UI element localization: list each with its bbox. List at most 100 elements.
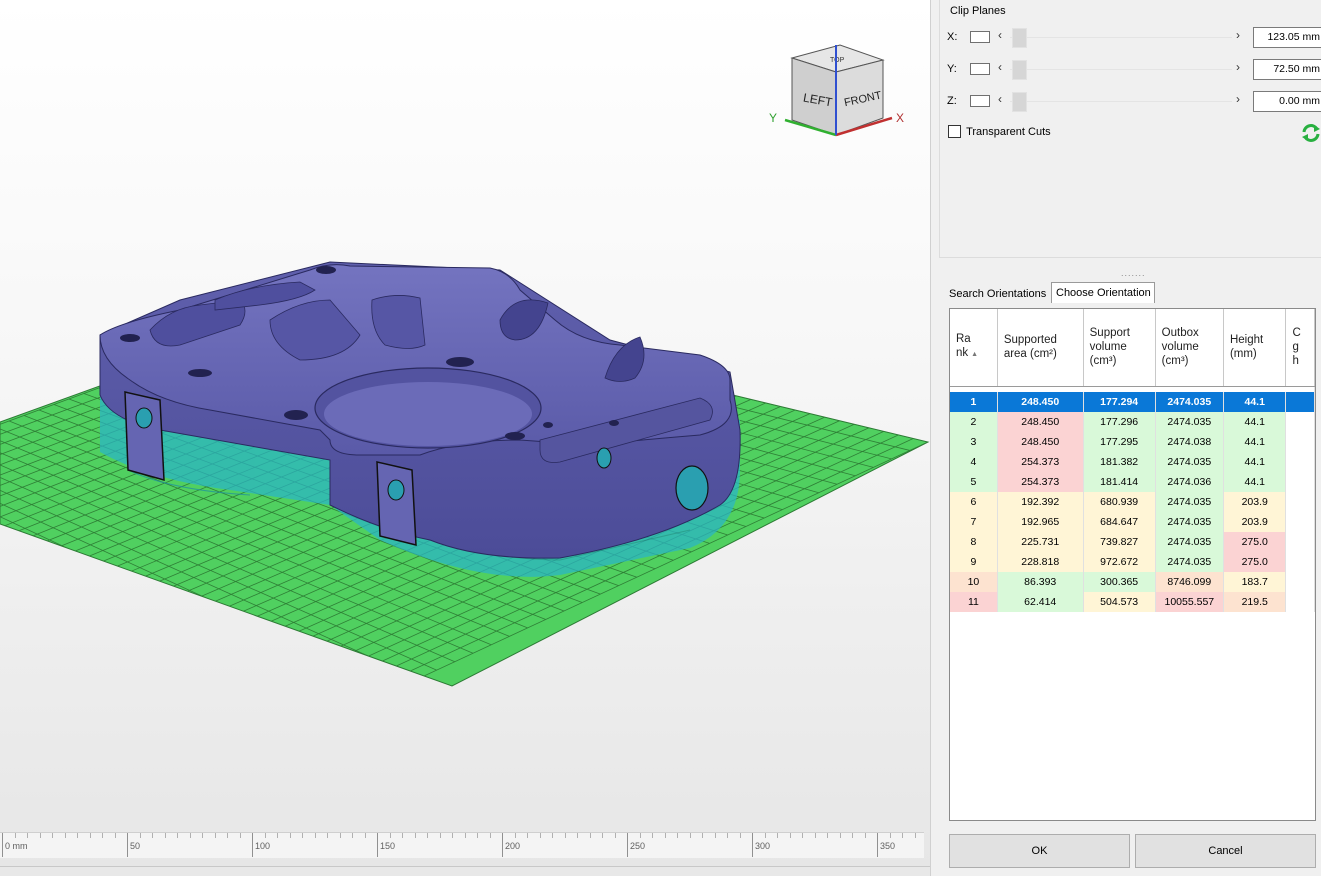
scene-canvas[interactable]: LEFT FRONT TOP Y X	[0, 0, 930, 832]
ruler-minor-tick	[364, 833, 366, 838]
ruler-minor-tick	[552, 833, 553, 838]
table-cell-area: 228.818	[997, 552, 1084, 572]
table-row[interactable]: 10 86.393 300.365 8746.099 183.7	[950, 572, 1315, 592]
table-row[interactable]: 9 228.818 972.672 2474.035 275.0	[950, 552, 1315, 572]
clip-row-y: Y: ‹ › 72.50 mm	[940, 58, 1321, 82]
panel-splitter[interactable]: .......	[1121, 268, 1146, 278]
ruler-minor-tick	[77, 833, 78, 838]
clip-axis-label: Z:	[947, 95, 957, 107]
table-cell-support: 181.382	[1083, 452, 1156, 472]
table-cell-height: 219.5	[1223, 592, 1287, 612]
transparent-cuts-checkbox[interactable]	[948, 125, 961, 138]
ruler-minor-tick	[177, 833, 178, 838]
ruler-minor-tick	[227, 833, 228, 838]
clip-enable-toggle[interactable]	[970, 63, 990, 75]
clip-row-z: Z: ‹ › 0.00 mm	[940, 90, 1321, 114]
column-header-height[interactable]: Height (mm)	[1223, 309, 1287, 387]
chevron-right-icon[interactable]: ›	[1236, 28, 1240, 42]
table-cell-area: 254.373	[997, 472, 1084, 492]
clip-axis-label: Y:	[947, 63, 957, 75]
ruler-minor-tick	[527, 833, 528, 838]
clip-enable-toggle[interactable]	[970, 95, 990, 107]
clip-slider-track[interactable]	[1010, 69, 1232, 70]
table-cell-area: 254.373	[997, 452, 1084, 472]
column-header-supported-area[interactable]: Supported area (cm²)	[997, 309, 1084, 387]
orientation-table-container[interactable]: Ra nk ▲ Supported area (cm²) Support volume(…	[949, 308, 1316, 821]
column-header-rank[interactable]: Ra nk ▲	[950, 309, 998, 387]
table-row[interactable]: 2 248.450 177.296 2474.035 44.1	[950, 412, 1315, 432]
cancel-button[interactable]: Cancel	[1135, 834, 1316, 868]
table-cell-area: 225.731	[997, 532, 1084, 552]
table-row[interactable]: 1 248.450 177.294 2474.035 44.1	[950, 392, 1315, 412]
column-header-truncated[interactable]: Cgh	[1285, 309, 1315, 387]
table-cell-rank: 9	[950, 552, 998, 572]
column-header-support-volume[interactable]: Support volume (cm³)	[1083, 309, 1156, 387]
view-cube[interactable]: LEFT FRONT TOP Y X	[769, 44, 904, 137]
table-row[interactable]: 3 248.450 177.295 2474.038 44.1	[950, 432, 1315, 452]
ruler-minor-tick	[589, 833, 591, 838]
chevron-left-icon[interactable]: ‹	[998, 92, 1002, 106]
clip-value-input[interactable]: 0.00 mm	[1253, 91, 1321, 112]
column-header-outbox-volume[interactable]: Outbox volume (cm³)	[1155, 309, 1224, 387]
ruler-label: 300	[755, 841, 771, 851]
table-cell-outbox: 2474.036	[1155, 472, 1224, 492]
table-cell-rank: 3	[950, 432, 998, 452]
table-row[interactable]: 6 192.392 680.939 2474.035 203.9	[950, 492, 1315, 512]
table-cell-outbox: 10055.557	[1155, 592, 1224, 612]
table-row[interactable]: 4 254.373 181.382 2474.035 44.1	[950, 452, 1315, 472]
ruler-minor-tick	[539, 833, 541, 838]
ruler-minor-tick	[764, 833, 766, 838]
chevron-right-icon[interactable]: ›	[1236, 92, 1240, 106]
table-row[interactable]: 11 62.414 504.573 10055.557 219.5	[950, 592, 1315, 612]
table-cell-outbox: 2474.035	[1155, 512, 1224, 532]
tab-search-orientations[interactable]: Search Orientations	[945, 284, 1049, 302]
clip-enable-toggle[interactable]	[970, 31, 990, 43]
axis-y-label: Y	[769, 111, 777, 125]
refresh-icon[interactable]	[1300, 122, 1321, 144]
clip-value-input[interactable]: 123.05 mm	[1253, 27, 1321, 48]
ruler-minor-tick	[489, 833, 491, 838]
view-cube-top-face[interactable]: TOP	[830, 57, 845, 64]
clip-slider-thumb[interactable]	[1012, 28, 1027, 48]
tab-choose-orientation[interactable]: Choose Orientation	[1051, 282, 1155, 303]
table-row[interactable]: 7 192.965 684.647 2474.035 203.9	[950, 512, 1315, 532]
ruler-major-tick	[2, 833, 3, 857]
header-line: Support	[1089, 327, 1130, 340]
clip-slider-thumb[interactable]	[1012, 60, 1027, 80]
table-cell-height: 275.0	[1223, 532, 1287, 552]
clip-slider-track[interactable]	[1010, 37, 1232, 38]
ruler-minor-tick	[139, 833, 141, 838]
table-cell-rank: 5	[950, 472, 998, 492]
ruler-major-tick	[377, 833, 378, 857]
ruler-minor-tick	[814, 833, 816, 838]
ruler-minor-tick	[239, 833, 241, 838]
ruler-minor-tick	[14, 833, 16, 838]
chevron-left-icon[interactable]: ‹	[998, 60, 1002, 74]
clip-value-input[interactable]: 72.50 mm	[1253, 59, 1321, 80]
clip-slider-track[interactable]	[1010, 101, 1232, 102]
table-row[interactable]: 8 225.731 739.827 2474.035 275.0	[950, 532, 1315, 552]
clip-slider-thumb[interactable]	[1012, 92, 1027, 112]
transparent-cuts-option[interactable]: Transparent Cuts	[948, 125, 1051, 138]
table-cell-outbox: 8746.099	[1155, 572, 1224, 592]
header-line: (mm)	[1229, 348, 1257, 361]
ruler-minor-tick	[802, 833, 803, 838]
table-cell-outbox: 2474.035	[1155, 412, 1224, 432]
ruler-minor-tick	[889, 833, 891, 838]
ok-button[interactable]: OK	[949, 834, 1130, 868]
table-cell-height: 44.1	[1223, 412, 1287, 432]
chevron-right-icon[interactable]: ›	[1236, 60, 1240, 74]
table-cell-support: 177.295	[1083, 432, 1156, 452]
table-cell-truncated	[1285, 432, 1315, 452]
3d-viewport[interactable]: LEFT FRONT TOP Y X 0 mm 50 100 150 200 250 300…	[0, 0, 930, 876]
chevron-left-icon[interactable]: ‹	[998, 28, 1002, 42]
ruler-major-tick	[877, 833, 878, 857]
ruler-minor-tick	[289, 833, 291, 838]
transparent-cuts-label: Transparent Cuts	[966, 125, 1051, 138]
table-cell-area: 192.965	[997, 512, 1084, 532]
table-row[interactable]: 5 254.373 181.414 2474.036 44.1	[950, 472, 1315, 492]
table-cell-height: 44.1	[1223, 392, 1287, 412]
ruler-minor-tick	[864, 833, 866, 838]
axis-x-label: X	[896, 111, 904, 125]
table-cell-truncated	[1285, 412, 1315, 432]
